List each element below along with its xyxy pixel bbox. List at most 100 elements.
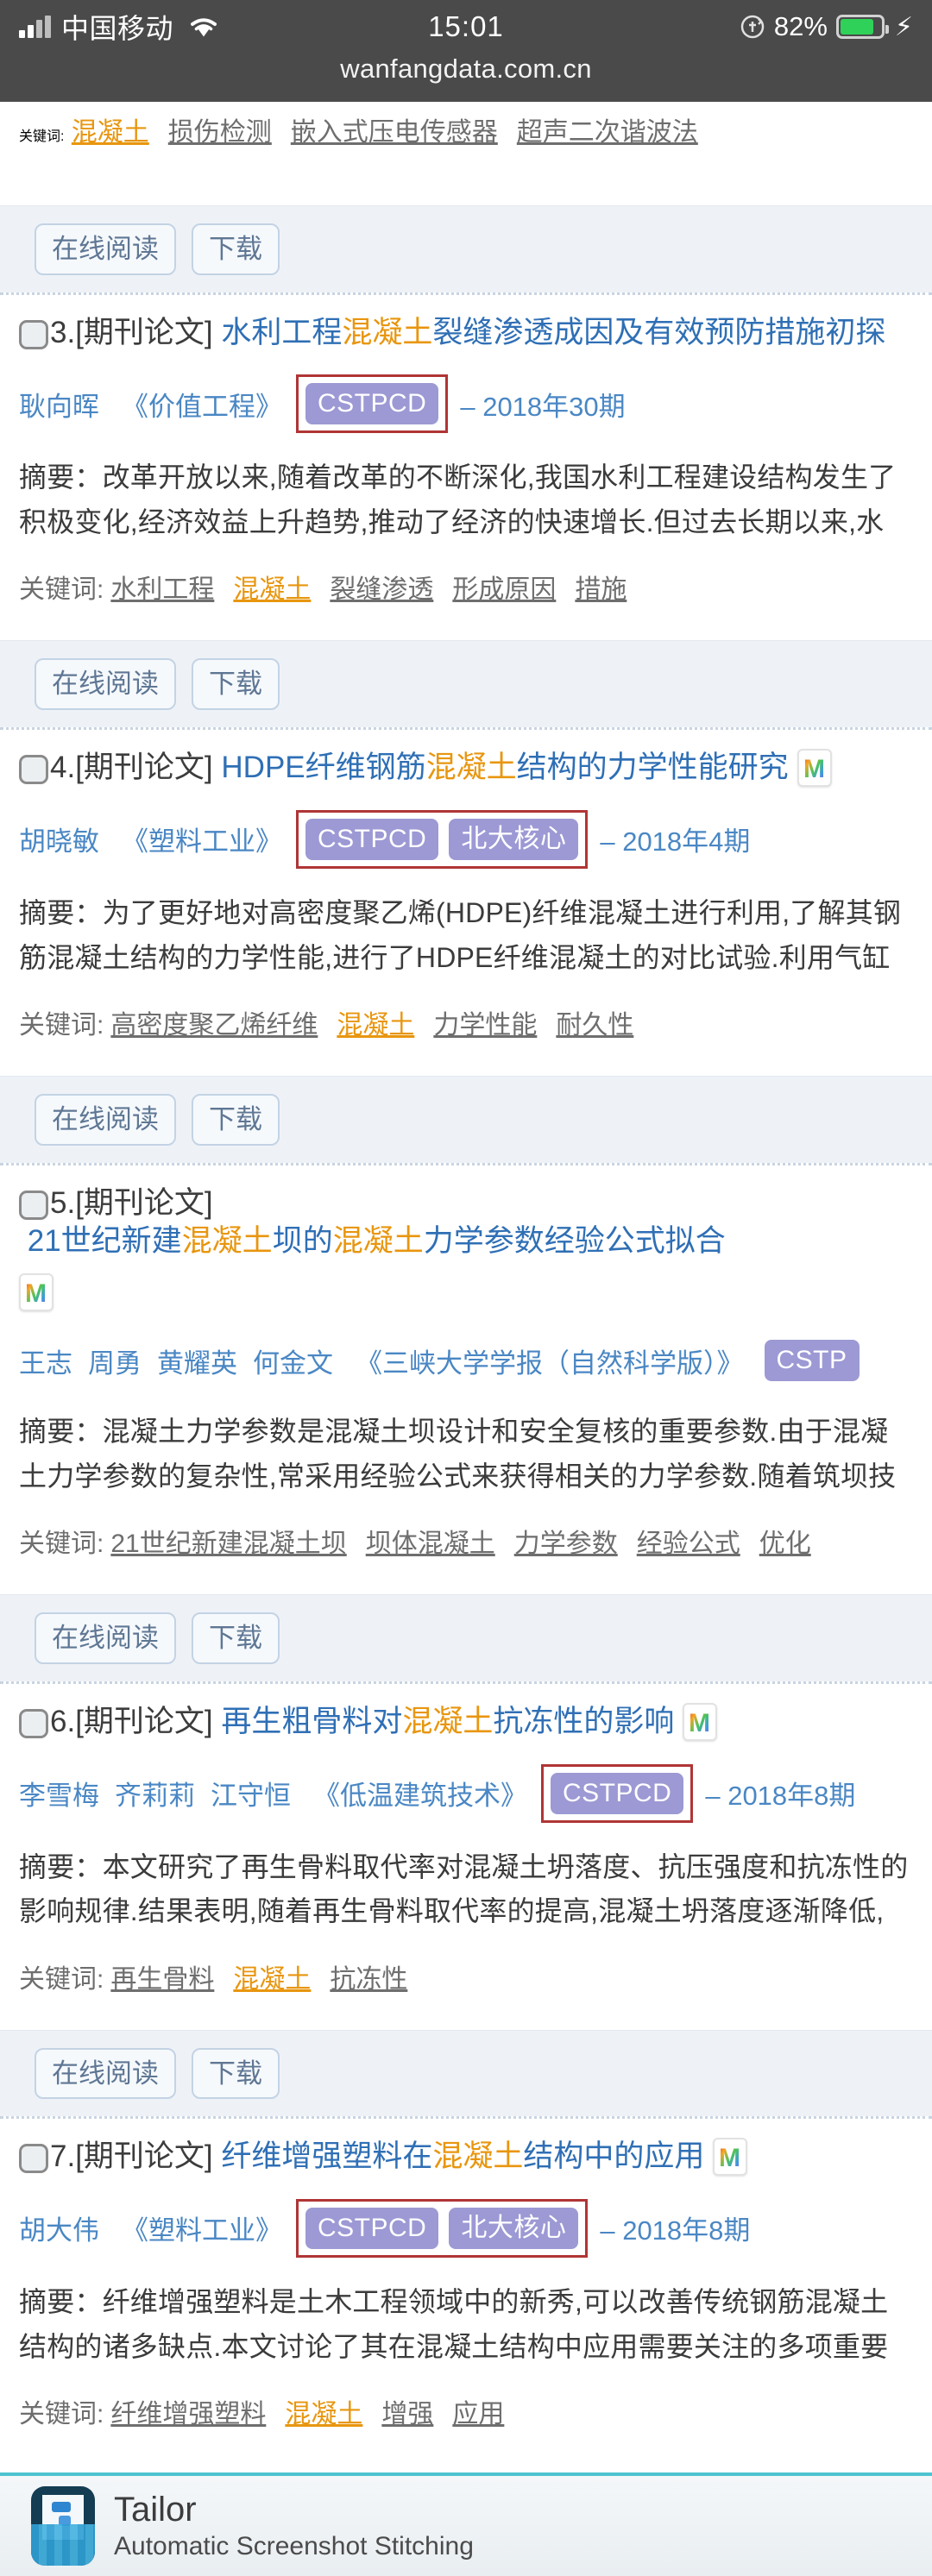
keywords-label: 关键词: bbox=[19, 2399, 104, 2428]
keyword-link[interactable]: 形成原因 bbox=[452, 568, 556, 606]
result-item-3: 3. [期刊论文] 水利工程混凝土裂缝渗透成因及有效预防措施初探 耿向晖 《价值工… bbox=[0, 294, 932, 731]
browser-url-bar[interactable]: wanfangdata.com.cn bbox=[0, 53, 932, 102]
wifi-icon bbox=[189, 16, 218, 38]
download-button[interactable]: 下载 bbox=[192, 658, 280, 711]
result-title[interactable]: 21世纪新建混凝土坝的混凝土力学参数经验公式拟合 bbox=[19, 1222, 726, 1261]
author-name[interactable]: 黄耀英 bbox=[157, 1348, 237, 1379]
keyword-link[interactable]: 增强 bbox=[381, 2392, 433, 2430]
keyword-link[interactable]: 混凝土 bbox=[233, 568, 311, 606]
keyword-link[interactable]: 坝体混凝土 bbox=[366, 1522, 495, 1560]
keywords-row: 关键词: 高密度聚乙烯纤维 混凝土 力学性能 耐久性 bbox=[19, 1003, 910, 1041]
result-title-row[interactable]: 4. [期刊论文] HDPE纤维钢筋混凝土结构的力学性能研究 M bbox=[19, 749, 910, 788]
keywords-row: 关键词: 混凝土 损伤检测 嵌入式压电传感器 超声二次谐波法 bbox=[0, 102, 932, 164]
result-item-7: 7.[期刊论文] 纤维增强塑料在混凝土结构中的应用 M 胡大伟 《塑料工业》 bbox=[0, 2119, 932, 2439]
author-list[interactable]: 胡晓敏 bbox=[19, 820, 115, 858]
keyword-link[interactable]: 抗冻性 bbox=[330, 1957, 407, 1995]
status-bar: 中国移动 15:01 82% ⚡ bbox=[0, 0, 932, 53]
index-badge-cstpcd: CSTPCD bbox=[305, 2207, 439, 2249]
read-online-button[interactable]: 在线阅读 bbox=[35, 1612, 176, 1664]
journal-name[interactable]: 《价值工程》 bbox=[122, 385, 282, 424]
keyword-link[interactable]: 应用 bbox=[452, 2392, 504, 2430]
result-abstract: 摘要：混凝土力学参数是混凝土坝设计和安全复核的重要参数.由于混凝土力学参数的复杂… bbox=[19, 1416, 897, 1492]
keyword-link[interactable]: 力学性能 bbox=[433, 1003, 537, 1041]
keyword-link[interactable]: 纤维增强塑料 bbox=[110, 2392, 266, 2430]
keyword-link[interactable]: 优化 bbox=[759, 1522, 811, 1560]
svg-text:M: M bbox=[803, 755, 825, 782]
read-online-button[interactable]: 在线阅读 bbox=[35, 223, 176, 275]
read-online-button[interactable]: 在线阅读 bbox=[35, 658, 176, 711]
author-list[interactable]: 胡大伟 bbox=[19, 2208, 115, 2247]
keywords-row: 关键词: 再生骨料 混凝土 抗冻性 bbox=[19, 1957, 910, 1995]
tailor-watermark-bar: Tailor Automatic Screenshot Stitching bbox=[0, 2472, 932, 2576]
search-results-list: 关键词: 混凝土 损伤检测 嵌入式压电传感器 超声二次谐波法 在线阅读 下载 3. [期… bbox=[0, 102, 932, 2439]
battery-icon bbox=[835, 15, 889, 39]
keywords-label: 关键词: bbox=[19, 575, 104, 605]
author-name[interactable]: 齐莉莉 bbox=[115, 1781, 195, 1811]
author-list[interactable]: 李雪梅 齐莉莉 江守恒 bbox=[19, 1774, 306, 1813]
journal-name[interactable]: 《三峡大学学报（自然科学版）》 bbox=[356, 1341, 744, 1380]
download-button[interactable]: 下载 bbox=[192, 1612, 280, 1664]
keyword-link[interactable]: 水利工程 bbox=[110, 568, 214, 606]
keyword-link[interactable]: 21世纪新建混凝土坝 bbox=[110, 1522, 346, 1560]
result-title[interactable]: 水利工程混凝土裂缝渗透成因及有效预防措施初探 bbox=[213, 314, 885, 353]
keyword-link[interactable]: 再生骨料 bbox=[110, 1957, 214, 1995]
author-name[interactable]: 胡晓敏 bbox=[19, 826, 99, 857]
result-title-row[interactable]: 5. [期刊论文] 21世纪新建混凝土坝的混凝土力学参数经验公式拟合 bbox=[19, 1184, 910, 1262]
result-title[interactable]: 再生粗骨料对混凝土抗冻性的影响 bbox=[213, 1703, 674, 1742]
result-title-row[interactable]: 3. [期刊论文] 水利工程混凝土裂缝渗透成因及有效预防措施初探 bbox=[19, 314, 910, 353]
read-online-button[interactable]: 在线阅读 bbox=[35, 2047, 176, 2100]
keyword-link[interactable]: 嵌入式压电传感器 bbox=[291, 118, 498, 147]
keyword-link[interactable]: 混凝土 bbox=[337, 1003, 414, 1041]
author-name[interactable]: 胡大伟 bbox=[19, 2215, 99, 2246]
index-badge-beidahexin: 北大核心 bbox=[449, 818, 579, 860]
keyword-link[interactable]: 措施 bbox=[575, 568, 627, 606]
author-name[interactable]: 何金文 bbox=[253, 1348, 333, 1379]
result-meta-row: 胡晓敏 《塑料工业》 CSTPCD 北大核心 – 2018年4期 bbox=[19, 809, 910, 869]
index-badge-cstpcd: CSTP bbox=[764, 1340, 860, 1382]
result-title[interactable]: 纤维增强塑料在混凝土结构中的应用 bbox=[213, 2138, 704, 2177]
download-button[interactable]: 下载 bbox=[192, 2047, 280, 2100]
author-name[interactable]: 江守恒 bbox=[211, 1781, 291, 1811]
select-checkbox-icon[interactable] bbox=[19, 1190, 48, 1220]
keyword-link[interactable]: 耐久性 bbox=[556, 1003, 633, 1041]
select-checkbox-icon[interactable] bbox=[19, 2144, 48, 2174]
download-button[interactable]: 下载 bbox=[192, 223, 280, 275]
result-abstract: 摘要：本文研究了再生骨料取代率对混凝土坍落度、抗压强度和抗冻性的影响规律.结果表… bbox=[19, 1850, 909, 1927]
result-title-row[interactable]: 7. [期刊论文] 纤维增强塑料在混凝土结构中的应用 M bbox=[19, 2138, 910, 2177]
keywords-row: 关键词: 21世纪新建混凝土坝 坝体混凝土 力学参数 经验公式 优化 bbox=[19, 1522, 910, 1560]
download-button[interactable]: 下载 bbox=[192, 1093, 280, 1146]
keyword-link[interactable]: 力学参数 bbox=[514, 1522, 618, 1560]
select-checkbox-icon[interactable] bbox=[19, 1708, 48, 1738]
keyword-link[interactable]: 混凝土 bbox=[285, 2392, 362, 2430]
result-index: 5. bbox=[50, 1185, 76, 1220]
result-meta-row: 胡大伟 《塑料工业》 CSTPCD 北大核心 – 2018年8期 bbox=[19, 2198, 910, 2258]
author-name[interactable]: 耿向晖 bbox=[19, 392, 99, 422]
read-online-button[interactable]: 在线阅读 bbox=[35, 1093, 176, 1146]
wanfang-m-icon: M bbox=[713, 2138, 748, 2177]
author-list[interactable]: 耿向晖 bbox=[19, 385, 115, 424]
select-checkbox-icon[interactable] bbox=[19, 755, 48, 785]
keyword-link[interactable]: 高密度聚乙烯纤维 bbox=[110, 1003, 318, 1041]
doc-type-label: [期刊论文] bbox=[75, 2139, 213, 2174]
keyword-link[interactable]: 混凝土 bbox=[233, 1957, 311, 1995]
keyword-link[interactable]: 混凝土 bbox=[72, 118, 149, 147]
journal-name[interactable]: 《塑料工业》 bbox=[122, 2208, 282, 2247]
lightning-bolt-icon: ⚡ bbox=[894, 12, 913, 41]
result-actions: 在线阅读 下载 bbox=[0, 1594, 932, 1681]
author-list[interactable]: 王志 周勇 黄耀英 何金文 bbox=[19, 1341, 349, 1380]
author-name[interactable]: 王志 bbox=[19, 1348, 72, 1379]
result-title[interactable]: HDPE纤维钢筋混凝土结构的力学性能研究 bbox=[213, 749, 788, 788]
svg-text:M: M bbox=[719, 2144, 740, 2171]
author-name[interactable]: 周勇 bbox=[88, 1348, 142, 1379]
wanfang-m-icon: M bbox=[19, 1273, 54, 1312]
journal-name[interactable]: 《低温建筑技术》 bbox=[313, 1774, 527, 1813]
keyword-link[interactable]: 超声二次谐波法 bbox=[517, 118, 698, 147]
keyword-link[interactable]: 经验公式 bbox=[637, 1522, 740, 1560]
author-name[interactable]: 李雪梅 bbox=[19, 1781, 99, 1811]
keyword-link[interactable]: 损伤检测 bbox=[168, 118, 272, 147]
keyword-link[interactable]: 裂缝渗透 bbox=[330, 568, 433, 606]
select-checkbox-icon[interactable] bbox=[19, 319, 48, 349]
journal-name[interactable]: 《塑料工业》 bbox=[122, 820, 282, 858]
keywords-row: 关键词: 水利工程 混凝土 裂缝渗透 形成原因 措施 bbox=[19, 568, 910, 606]
result-title-row[interactable]: 6. [期刊论文] 再生粗骨料对混凝土抗冻性的影响 M bbox=[19, 1702, 910, 1742]
